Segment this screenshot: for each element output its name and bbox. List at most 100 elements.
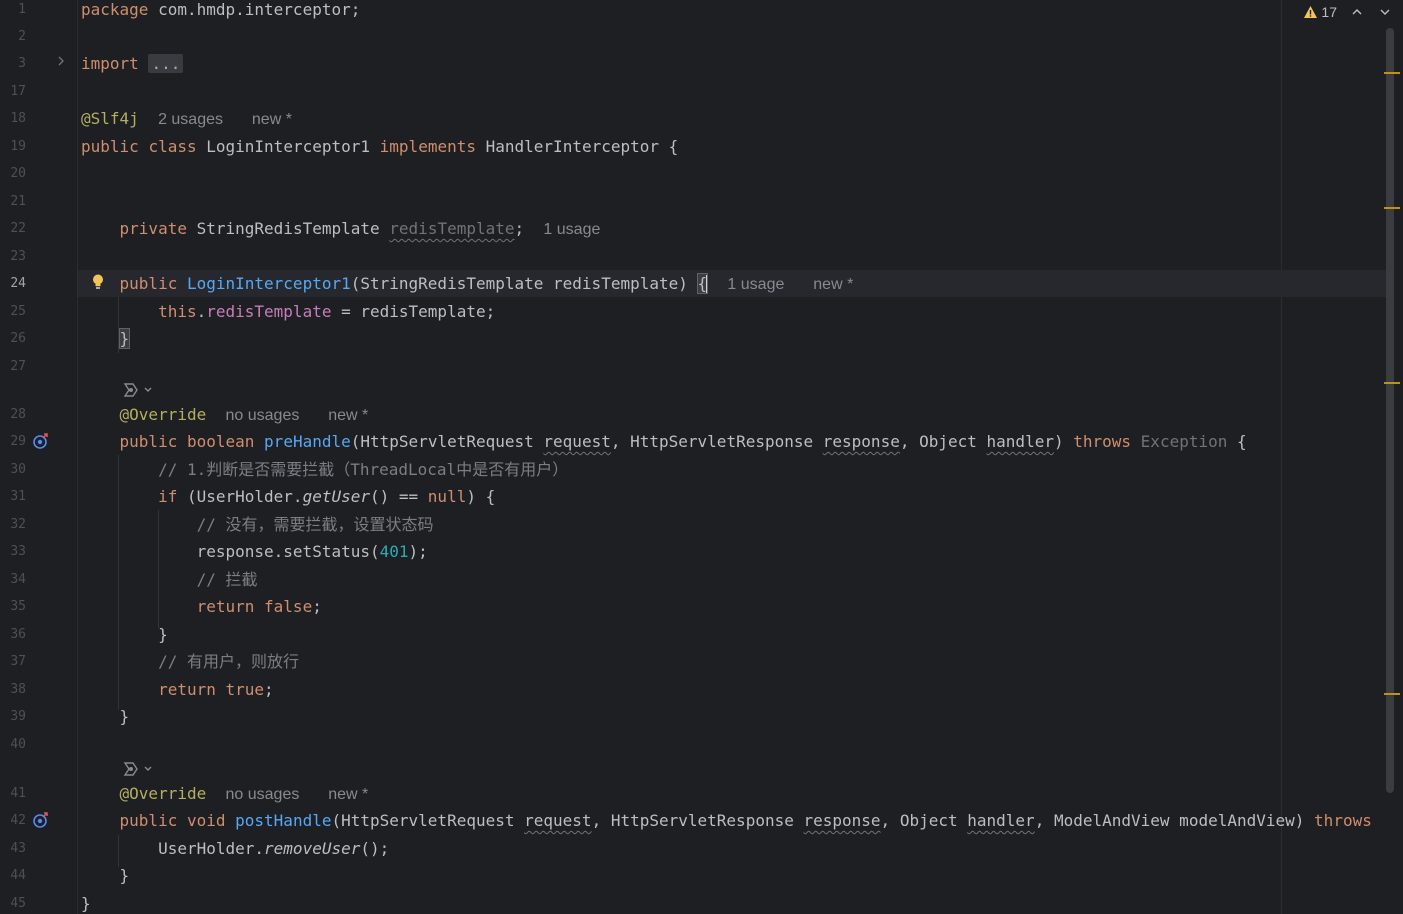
implements-gutter-icon[interactable] <box>32 811 50 829</box>
inspection-widget[interactable]: 17 <box>1303 0 1391 24</box>
code-text: } <box>119 866 130 885</box>
implements-gutter-icon[interactable] <box>32 432 50 450</box>
code-line[interactable]: } <box>81 890 91 914</box>
code-text: (HttpServletRequest <box>331 811 525 830</box>
comment: // 没有，需要拦截，设置状态码 <box>196 515 434 534</box>
code-text: , HttpServletResponse <box>591 811 804 830</box>
vertical-scrollbar[interactable] <box>1386 28 1394 793</box>
keyword: return <box>158 680 216 699</box>
code-line[interactable]: // 没有，需要拦截，设置状态码 <box>81 511 434 538</box>
code-line[interactable]: if (UserHolder.getUser() == null) { <box>81 483 495 510</box>
ai-lens-icon[interactable] <box>121 380 155 403</box>
code-text: com.hmdp.interceptor; <box>148 0 361 19</box>
code-line[interactable]: @Override no usages new * <box>81 401 369 428</box>
code-line-current[interactable]: public LoginInterceptor1(StringRedisTemp… <box>81 270 853 297</box>
code-text: () == <box>370 487 428 506</box>
usages-inlay-hint[interactable]: 1 usage <box>543 221 600 238</box>
matched-brace: } <box>118 328 131 349</box>
line-number: 17 <box>10 84 26 99</box>
text-caret <box>706 275 709 294</box>
method-name: preHandle <box>264 432 351 451</box>
parameter-name: response <box>822 432 900 451</box>
field-name: redisTemplate <box>389 219 515 238</box>
author-inlay-hint[interactable]: new * <box>813 276 853 293</box>
static-method-name: getUser <box>302 487 370 506</box>
folded-imports[interactable]: ... <box>148 54 184 73</box>
warning-marker[interactable] <box>1384 382 1400 384</box>
code-line[interactable]: package com.hmdp.interceptor; <box>81 0 360 23</box>
code-text: UserHolder. <box>158 839 265 858</box>
line-number: 44 <box>10 868 26 883</box>
keyword: throws <box>1314 811 1372 830</box>
line-number-current: 24 <box>10 276 26 291</box>
parameter-name: request <box>524 811 592 830</box>
code-text: response.setStatus( <box>196 542 380 561</box>
keyword: public <box>81 137 139 156</box>
code-line[interactable]: // 有用户，则放行 <box>81 648 299 675</box>
comment: // 拦截 <box>196 570 258 589</box>
code-line[interactable]: } <box>81 703 130 730</box>
code-text: ); <box>408 542 428 561</box>
keyword: void <box>186 811 226 830</box>
code-text: (HttpServletRequest <box>350 432 544 451</box>
usages-inlay-hint[interactable]: no usages <box>226 407 300 424</box>
ai-lens-icon[interactable] <box>121 759 155 782</box>
code-line[interactable]: } <box>81 862 130 889</box>
code-line[interactable]: UserHolder.removeUser(); <box>81 835 389 862</box>
code-line[interactable]: // 1.判断是否需要拦截（ThreadLocal中是否有用户） <box>81 456 568 483</box>
warning-marker[interactable] <box>1384 207 1400 209</box>
comment: // 1.判断是否需要拦截（ThreadLocal中是否有用户） <box>158 460 569 479</box>
parameter-name: handler <box>986 432 1054 451</box>
code-line[interactable]: return false; <box>81 593 322 620</box>
line-number: 40 <box>10 737 26 752</box>
author-inlay-hint[interactable]: new * <box>328 786 368 803</box>
code-line[interactable]: response.setStatus(401); <box>81 538 428 565</box>
code-line[interactable]: private StringRedisTemplate redisTemplat… <box>81 215 601 242</box>
chevron-down-icon[interactable] <box>1379 7 1391 17</box>
author-inlay-hint[interactable]: new * <box>328 407 368 424</box>
code-line[interactable]: public class LoginInterceptor1 implement… <box>81 133 678 160</box>
code-line[interactable]: public boolean preHandle(HttpServletRequ… <box>81 428 1247 455</box>
usages-inlay-hint[interactable]: 1 usage <box>727 276 784 293</box>
line-number: 32 <box>10 517 26 532</box>
warning-marker[interactable] <box>1384 693 1400 695</box>
line-number: 25 <box>10 304 26 319</box>
keyword: boolean <box>186 432 255 451</box>
warning-marker[interactable] <box>1384 72 1400 74</box>
code-line[interactable]: } <box>81 325 131 352</box>
code-line[interactable]: return true; <box>81 676 274 703</box>
code-text: (); <box>360 839 390 858</box>
author-inlay-hint[interactable]: new * <box>252 111 292 128</box>
keyword: true <box>225 680 265 699</box>
line-number: 18 <box>10 111 26 126</box>
annotation: @Override <box>119 405 207 424</box>
code-line[interactable]: this.redisTemplate = redisTemplate; <box>81 298 495 325</box>
usages-inlay-hint[interactable]: no usages <box>226 786 300 803</box>
code-line[interactable]: // 拦截 <box>81 566 258 593</box>
fold-chevron-icon[interactable] <box>56 55 66 71</box>
code-line[interactable]: @Slf4j 2 usages new * <box>81 105 292 132</box>
keyword: return <box>196 597 255 616</box>
chevron-up-icon[interactable] <box>1351 7 1363 17</box>
problems-counter[interactable]: 17 <box>1303 4 1337 20</box>
line-number: 42 <box>10 813 26 828</box>
code-line[interactable]: @Override no usages new * <box>81 780 369 807</box>
keyword: public <box>119 811 178 830</box>
code-editor[interactable]: 1 2 3 17 18 19 20 21 22 23 24 25 26 27 2… <box>0 0 1403 914</box>
usages-inlay-hint[interactable]: 2 usages <box>158 111 223 128</box>
keyword: public <box>119 274 178 293</box>
code-line[interactable]: } <box>81 621 168 648</box>
keyword: implements <box>379 137 476 156</box>
keyword: false <box>264 597 313 616</box>
keyword: this <box>158 302 197 321</box>
code-text: , ModelAndView modelAndView) <box>1034 811 1315 830</box>
code-text: } <box>119 707 130 726</box>
code-line[interactable]: public void postHandle(HttpServletReques… <box>81 807 1372 834</box>
code-line[interactable]: import ... <box>81 50 184 77</box>
code-text: ; <box>312 597 322 616</box>
code-text: = redisTemplate; <box>331 302 496 321</box>
code-text: . <box>196 302 207 321</box>
number-literal: 401 <box>379 542 409 561</box>
code-text: ; <box>264 680 274 699</box>
parameter-name: request <box>543 432 611 451</box>
